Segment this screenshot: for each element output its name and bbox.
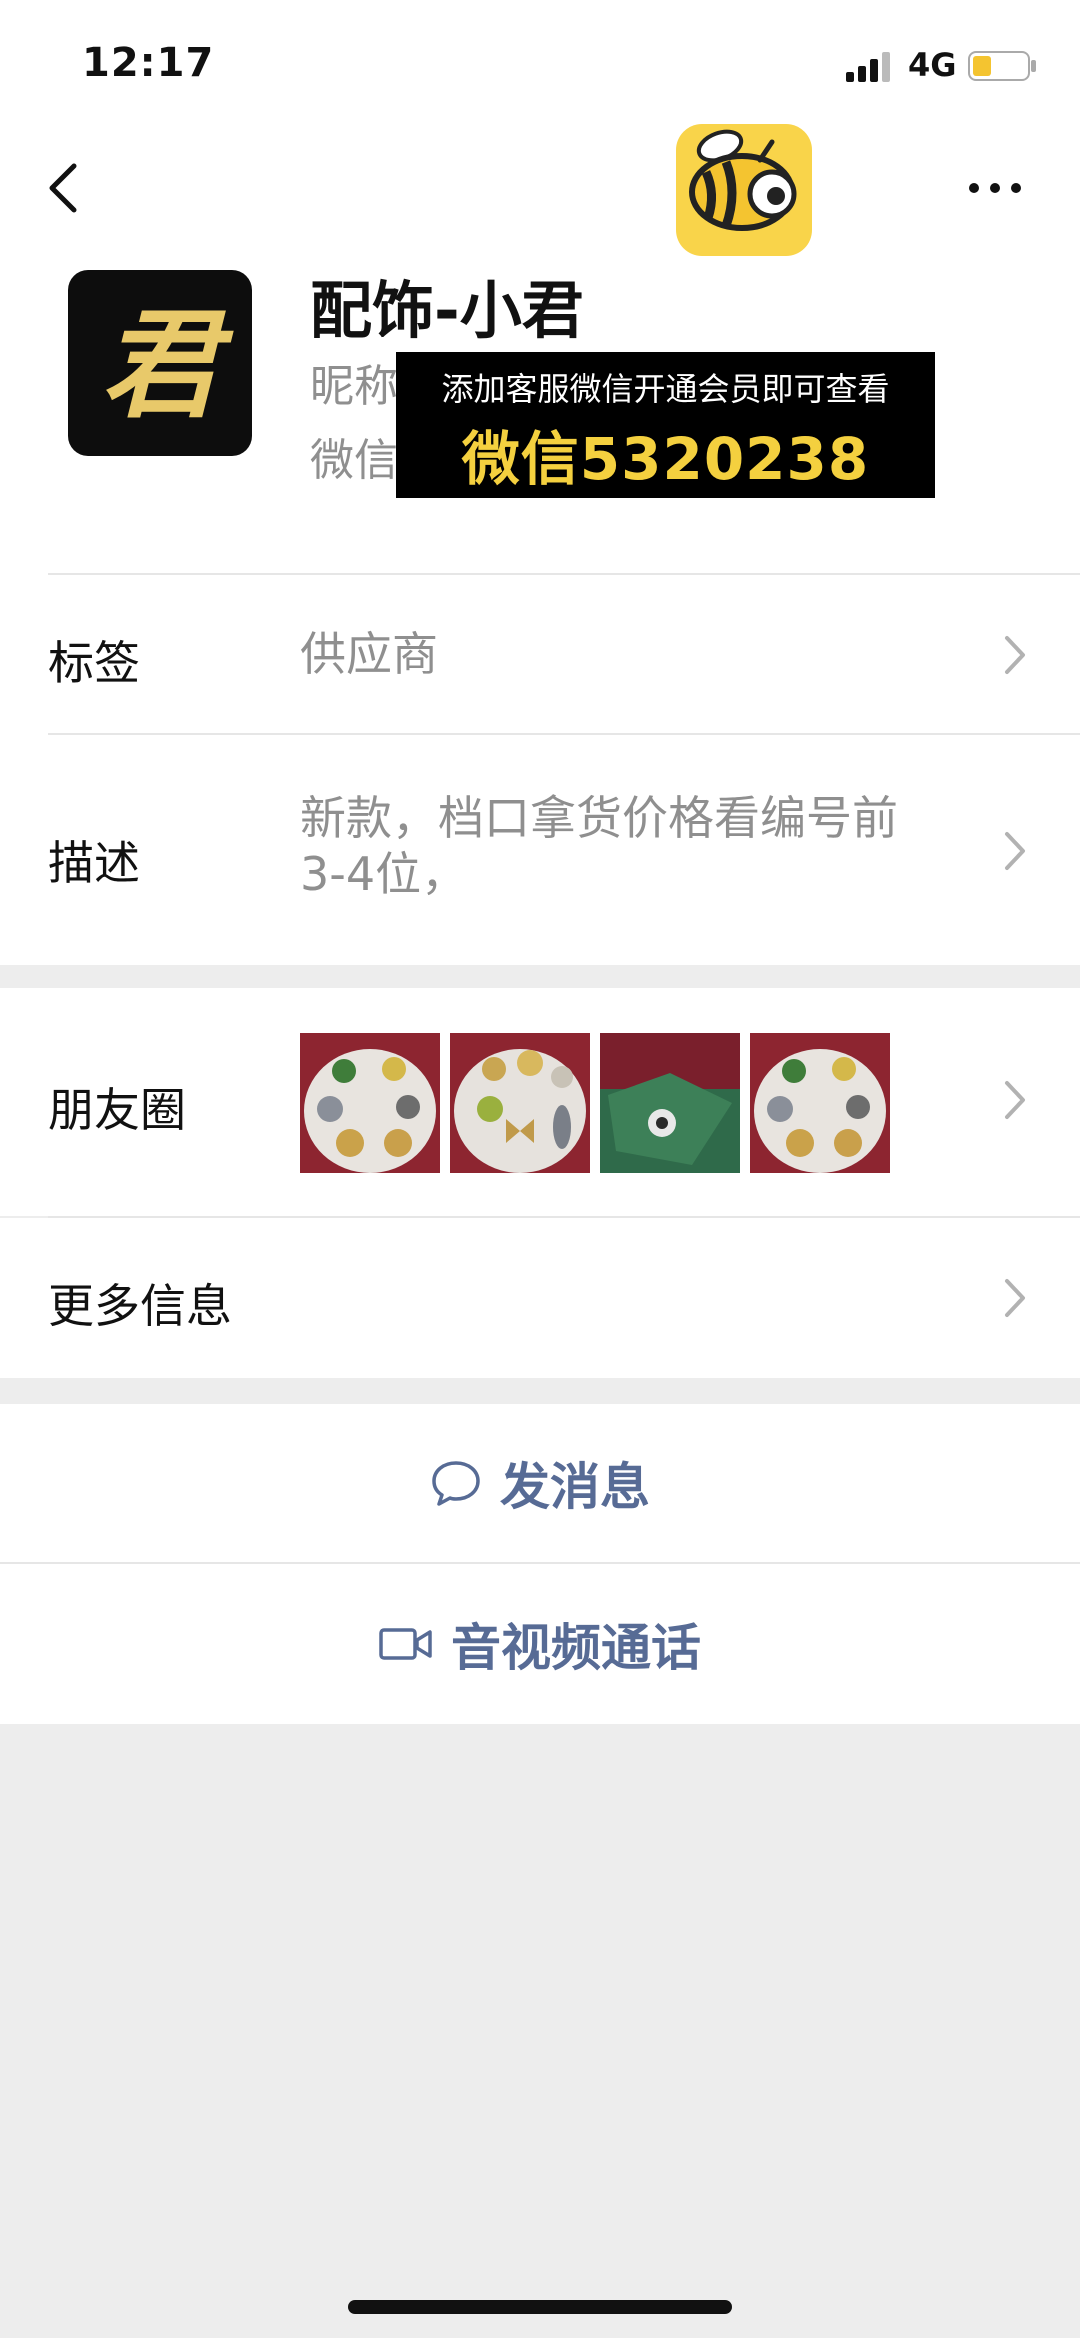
moments-thumbnail-bows[interactable] (450, 1033, 590, 1173)
wechat-id-label: 微信 (310, 435, 398, 486)
bee-icon (689, 129, 797, 231)
moments-label: 朋友圈 (48, 1083, 186, 1137)
battery-icon (968, 51, 1036, 81)
status-time: 12:17 (82, 40, 215, 86)
description-line-1: 新款，档口拿货价格看编号前 (300, 791, 898, 845)
moments-thumbnail-brooches[interactable] (300, 1033, 440, 1173)
home-indicator[interactable] (348, 2300, 732, 2314)
avatar[interactable]: 君 (68, 270, 252, 456)
chevron-right-icon (1005, 1081, 1025, 1119)
chevron-right-icon (1005, 636, 1025, 674)
chevron-right-icon (1005, 1279, 1025, 1317)
moments-thumbnail-gift-bag[interactable] (600, 1033, 740, 1173)
send-message-button[interactable]: 发消息 (0, 1404, 1080, 1562)
avatar-char: 君 (101, 295, 234, 434)
contact-name: 配饰-小君 (310, 274, 584, 347)
promo-line-2: 微信5320238 (461, 425, 870, 493)
video-call-label: 音视频通话 (451, 1619, 701, 1677)
tag-label: 标签 (48, 636, 140, 690)
moments-thumbnail-brooches-2[interactable] (750, 1033, 890, 1173)
more-options-button[interactable] (960, 168, 1030, 208)
more-info-label: 更多信息 (48, 1279, 232, 1333)
description-row[interactable]: 描述 新款，档口拿货价格看编号前 3-4位， (0, 735, 1080, 965)
more-info-row[interactable]: 更多信息 (0, 1218, 1080, 1378)
video-camera-icon (379, 1628, 432, 1660)
tag-value: 供应商 (300, 627, 438, 681)
network-type: 4G (908, 46, 957, 84)
description-line-2: 3-4位， (300, 847, 468, 901)
signal-icon (846, 52, 890, 82)
status-bar: 12:17 4G (0, 0, 1080, 120)
avatar-calligraphy: 君 (101, 295, 234, 434)
send-message-label: 发消息 (500, 1458, 650, 1516)
nickname-label: 昵称 (310, 361, 398, 412)
bee-app-logo (676, 124, 812, 256)
moments-thumbnails[interactable] (300, 1033, 890, 1173)
description-label: 描述 (48, 836, 140, 890)
video-call-button[interactable]: 音视频通话 (0, 1564, 1080, 1724)
chat-bubble-icon (432, 1461, 480, 1506)
back-button[interactable] (36, 158, 96, 218)
promo-watermark-banner: 添加客服微信开通会员即可查看 微信5320238 (396, 352, 935, 498)
tag-row[interactable]: 标签 供应商 (0, 575, 1080, 735)
chevron-right-icon (1005, 832, 1025, 870)
promo-line-1: 添加客服微信开通会员即可查看 (441, 370, 890, 408)
